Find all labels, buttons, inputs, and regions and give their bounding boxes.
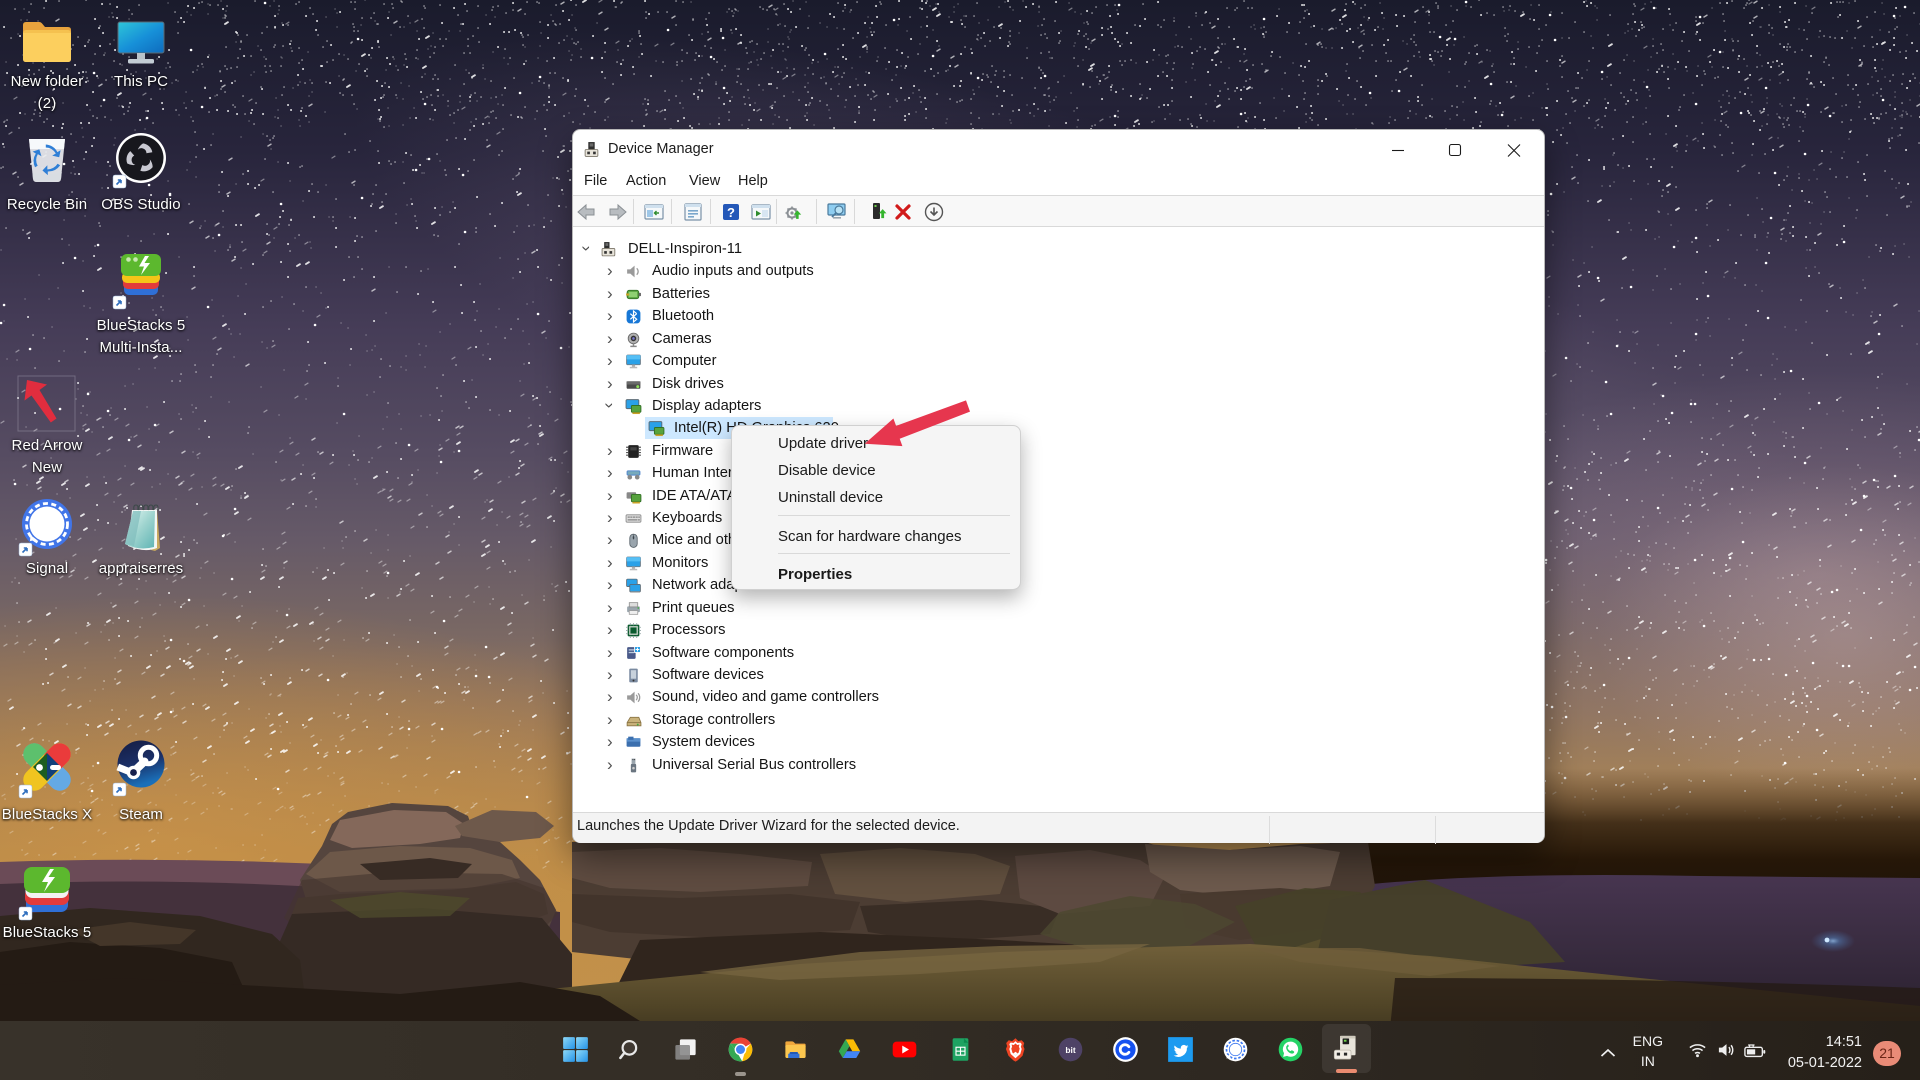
svg-text:bit: bit: [1065, 1044, 1075, 1054]
svg-text:?: ?: [727, 205, 735, 220]
